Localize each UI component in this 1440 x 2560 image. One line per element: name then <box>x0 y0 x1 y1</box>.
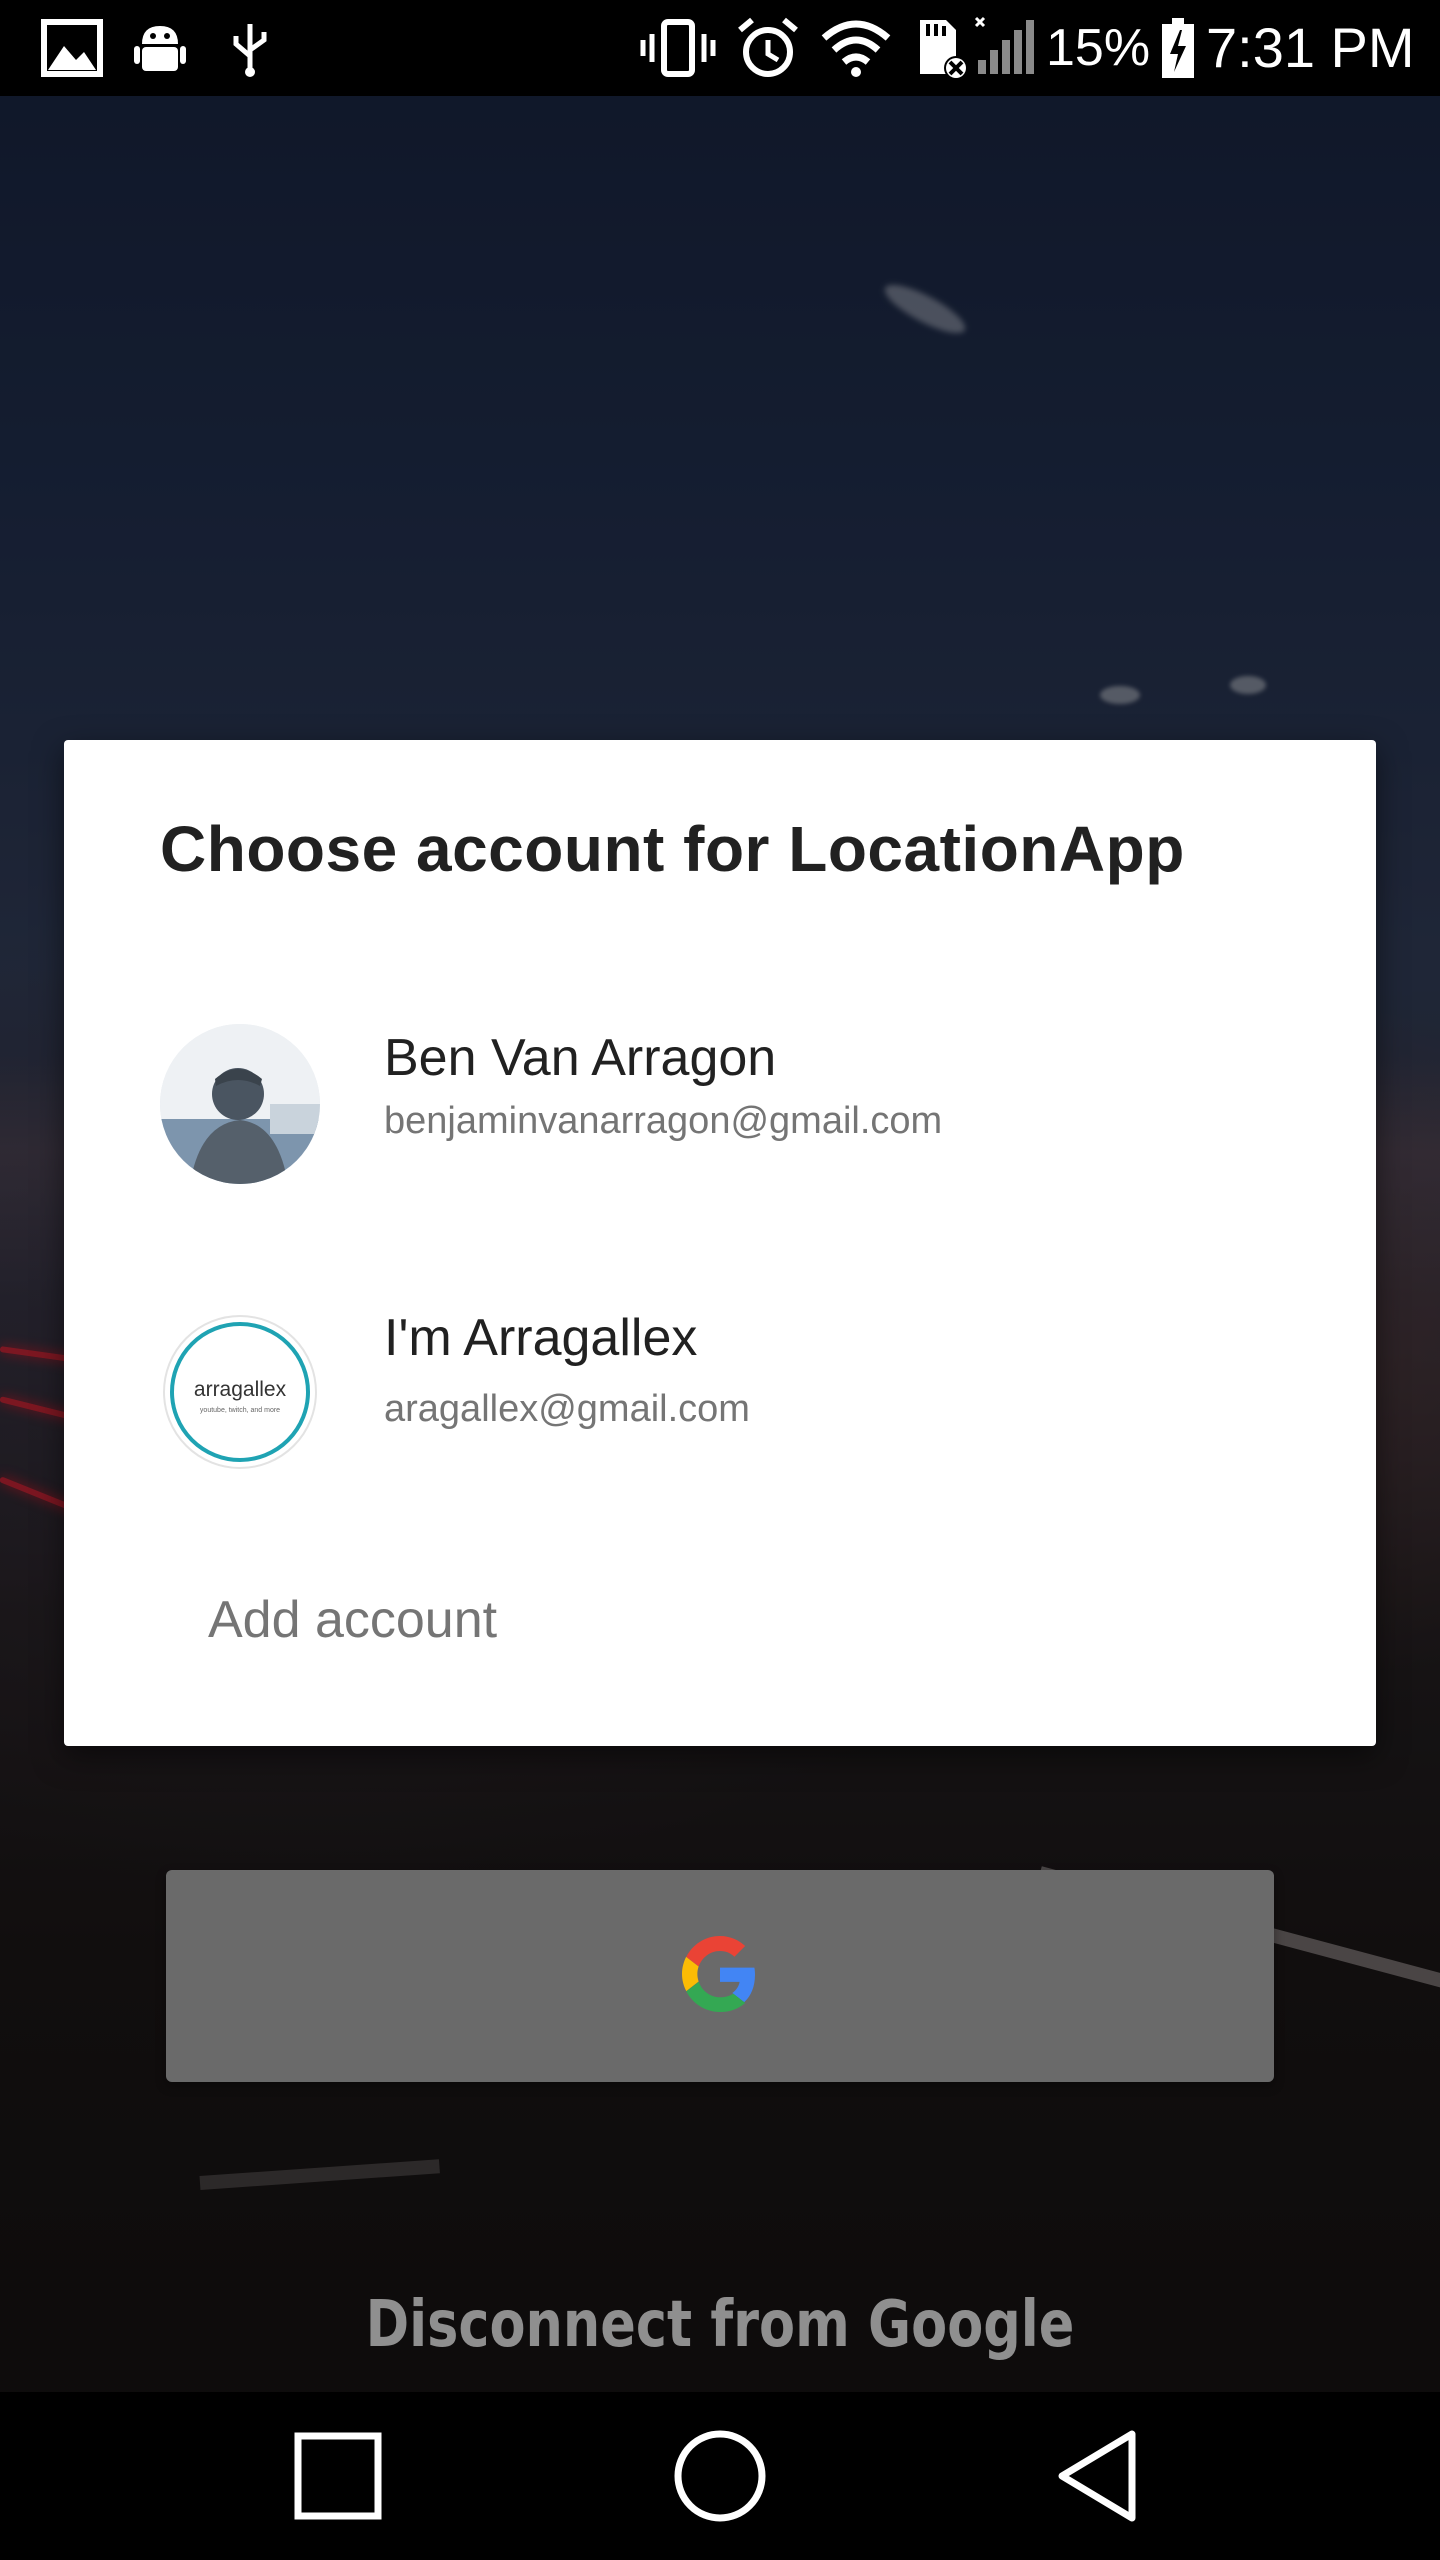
sd-card-icon <box>906 16 970 80</box>
avatar: arragallex youtube, twitch, and more <box>160 1312 320 1472</box>
clock-time: 7:31 PM <box>1206 16 1415 79</box>
disconnect-from-google-button[interactable]: Disconnect from Google <box>130 2270 1311 2380</box>
account-item-arragallex[interactable]: arragallex youtube, twitch, and more I'm… <box>64 1280 1376 1540</box>
account-item-ben-van-arragon[interactable]: Ben Van Arragon benjaminvanarragon@gmail… <box>64 990 1376 1250</box>
battery-charging-icon <box>1158 16 1198 80</box>
account-email: benjaminvanarragon@gmail.com <box>384 1100 943 1142</box>
google-g-icon <box>682 1935 758 2017</box>
account-name: I'm Arragallex <box>384 1309 698 1367</box>
alarm-icon <box>734 16 802 80</box>
choose-account-dialog: Choose account for LocationApp Ben Van A… <box>64 740 1376 1746</box>
recents-icon <box>294 2432 382 2520</box>
dialog-title: Choose account for LocationApp <box>160 813 1185 885</box>
usb-icon <box>218 16 282 80</box>
home-button[interactable] <box>660 2416 780 2536</box>
vibrate-icon <box>640 16 716 80</box>
logo-text: arragallex <box>194 1378 287 1401</box>
wifi-icon <box>820 16 892 80</box>
navigation-bar <box>0 2392 1440 2560</box>
account-email: aragallex@gmail.com <box>384 1388 750 1430</box>
home-icon <box>674 2430 766 2522</box>
back-button[interactable] <box>1040 2416 1160 2536</box>
signal-icon <box>972 16 1036 80</box>
recents-button[interactable] <box>278 2416 398 2536</box>
back-icon <box>1058 2430 1136 2522</box>
avatar <box>160 1024 320 1184</box>
account-name: Ben Van Arragon <box>384 1029 777 1087</box>
android-debug-icon <box>128 16 192 80</box>
add-account-button[interactable]: Add account <box>208 1590 497 1650</box>
gallery-icon <box>40 16 104 80</box>
logo-subtext: youtube, twitch, and more <box>200 1407 280 1414</box>
google-sign-in-button[interactable] <box>166 1870 1274 2082</box>
battery-percent: 15% <box>1046 19 1151 77</box>
status-bar: 15% 7:31 PM <box>0 0 1440 96</box>
